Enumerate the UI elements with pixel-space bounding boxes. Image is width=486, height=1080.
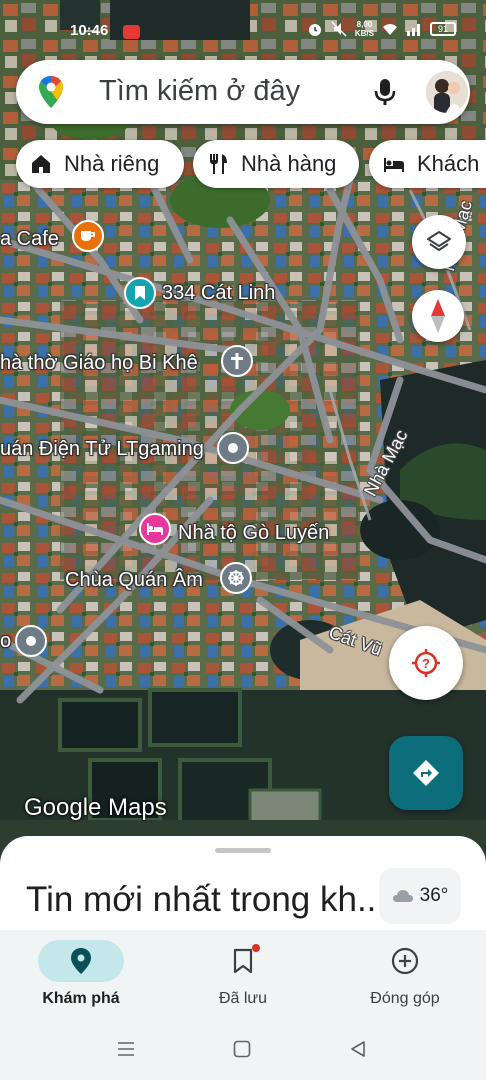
tab-explore-pill xyxy=(38,940,124,982)
home-icon xyxy=(32,155,50,173)
place-dot-icon[interactable] xyxy=(217,432,249,464)
mute-icon xyxy=(331,21,347,37)
saved-place-icon[interactable] xyxy=(124,277,156,309)
chip-home-label: Nhà riêng xyxy=(64,151,160,176)
wifi-icon xyxy=(383,24,397,35)
poi-label-gaming[interactable]: uán Điện Tử LTgaming xyxy=(0,438,204,461)
compass-button[interactable] xyxy=(412,290,464,342)
network-speed: 8,00 KB/S xyxy=(354,20,374,38)
compass-icon xyxy=(431,299,445,333)
cafe-icon[interactable] xyxy=(72,220,104,252)
notification-icon xyxy=(123,25,140,39)
poi-label-church[interactable]: hà thờ Giáo họ Bi Khê xyxy=(0,352,198,375)
menu-icon[interactable] xyxy=(117,1040,135,1058)
mic-icon[interactable] xyxy=(372,78,398,106)
alarm-icon xyxy=(308,24,321,36)
tab-explore-label: Khám phá xyxy=(42,990,120,1007)
directions-button[interactable] xyxy=(389,736,463,810)
poi-label-pagoda[interactable]: Chùa Quán Âm xyxy=(65,569,203,592)
chip-restaurants[interactable]: Nhà hàng xyxy=(193,140,359,188)
cloud-icon xyxy=(392,890,413,902)
bottom-nav: Khám phá Đã lưu Đóng góp xyxy=(0,930,486,1022)
google-maps-pin-icon xyxy=(39,76,63,108)
weather-chip[interactable]: 36° xyxy=(379,868,461,924)
avatar[interactable] xyxy=(426,71,468,113)
poi-label-cafe[interactable]: a Cafe xyxy=(0,228,59,251)
location-unknown-icon: ? xyxy=(412,649,440,677)
layers-icon xyxy=(427,231,451,251)
google-maps-watermark: Google Maps xyxy=(24,794,167,821)
poi-label-hotel[interactable]: Nhà tộ Gò Luyến xyxy=(178,522,329,545)
tab-contribute[interactable]: Đóng góp xyxy=(335,940,475,1008)
signal-icon xyxy=(407,24,420,36)
my-location-button[interactable]: ? xyxy=(389,626,463,700)
svg-text:?: ? xyxy=(422,656,430,671)
chip-restaurants-label: Nhà hàng xyxy=(241,151,337,176)
status-icons: 8,00 KB/S 91 xyxy=(307,20,456,38)
tab-explore[interactable]: Khám phá xyxy=(11,940,151,1008)
hotel-bed-icon[interactable] xyxy=(139,513,171,545)
tab-contribute-pill xyxy=(362,940,448,982)
tab-saved-pill xyxy=(200,940,286,982)
tab-contribute-label: Đóng góp xyxy=(370,990,440,1007)
poi-label-cat-linh[interactable]: 334 Cát Linh xyxy=(162,282,275,305)
dharma-wheel-icon[interactable] xyxy=(220,562,252,594)
tab-saved-label: Đã lưu xyxy=(218,990,268,1007)
chip-hotels-label: Khách xyxy=(417,151,480,176)
add-circle-icon xyxy=(391,947,419,975)
system-nav-bar xyxy=(0,1022,486,1080)
tab-saved[interactable]: Đã lưu xyxy=(173,940,313,1008)
search-input[interactable]: Tìm kiếm ở đây xyxy=(99,75,300,108)
status-bar: 10:46 8,00 KB/S 91 xyxy=(0,0,486,56)
fork-knife-icon xyxy=(210,154,227,174)
layers-button[interactable] xyxy=(412,215,466,269)
explore-pin-icon xyxy=(71,948,91,974)
weather-temp: 36° xyxy=(419,885,449,906)
sheet-title: Tin mới nhất trong kh... xyxy=(26,880,387,919)
status-time: 10:46 xyxy=(70,22,109,39)
poi-label-o[interactable]: o xyxy=(0,630,11,653)
place-dot-icon[interactable] xyxy=(15,625,47,657)
bed-icon xyxy=(384,158,404,172)
sheet-drag-handle[interactable] xyxy=(215,848,271,853)
chip-hotels[interactable]: Khách xyxy=(369,140,486,188)
home-button-icon[interactable] xyxy=(233,1040,251,1058)
search-bar[interactable]: Tìm kiếm ở đây xyxy=(16,60,470,124)
church-cross-icon[interactable] xyxy=(221,345,253,377)
bookmark-icon xyxy=(233,948,253,974)
battery-icon: 91 xyxy=(430,22,456,36)
back-icon[interactable] xyxy=(349,1040,367,1058)
directions-icon xyxy=(413,760,439,786)
notification-dot xyxy=(252,944,260,952)
chip-home[interactable]: Nhà riêng xyxy=(16,140,184,188)
